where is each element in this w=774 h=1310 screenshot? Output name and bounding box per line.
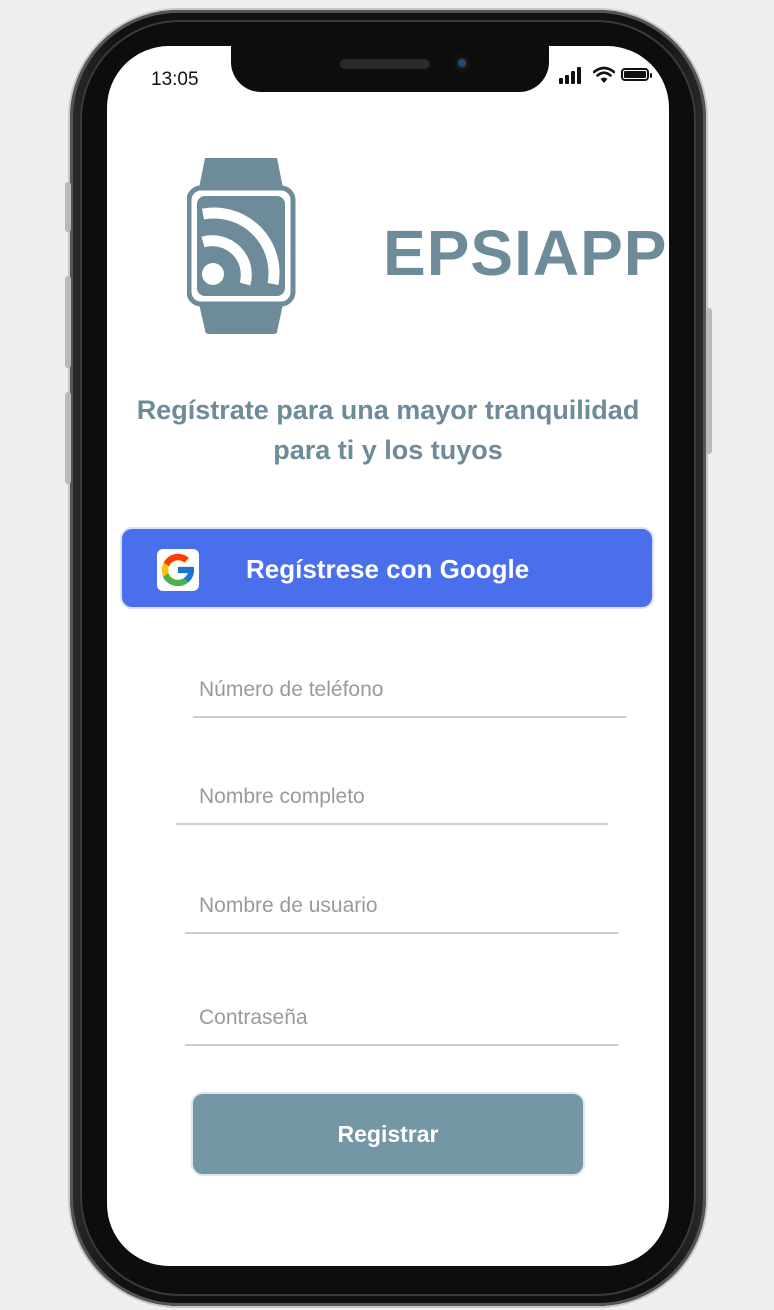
cellular-signal-icon xyxy=(559,66,585,84)
status-icons xyxy=(559,66,652,86)
google-signup-label: Regístrese con Google xyxy=(246,554,530,584)
notch xyxy=(231,46,549,92)
headline-line-2: para ti y los tuyos xyxy=(273,435,503,465)
phone-input[interactable] xyxy=(193,664,627,716)
app-screen: 13:05 EPSIAPP Regístrate para una mayor … xyxy=(107,46,669,1266)
google-icon xyxy=(157,549,199,591)
epsiapp-logo: EPSIAPP xyxy=(187,158,666,334)
power-button xyxy=(706,308,712,454)
phone-field xyxy=(193,664,627,718)
volume-up-button xyxy=(65,276,71,368)
username-input[interactable] xyxy=(185,880,619,932)
silent-switch xyxy=(65,182,71,232)
brand-name: EPSIAPP xyxy=(383,217,668,289)
earpiece-speaker xyxy=(340,59,430,69)
wifi-icon xyxy=(593,66,615,83)
battery-icon xyxy=(621,68,652,81)
volume-down-button xyxy=(65,392,71,484)
username-field xyxy=(185,880,619,934)
status-time: 13:05 xyxy=(151,69,199,90)
smartwatch-rss-icon xyxy=(187,158,296,334)
google-signup-button[interactable]: Regístrese con Google xyxy=(120,527,654,609)
password-field xyxy=(185,992,619,1046)
password-input[interactable] xyxy=(185,992,619,1044)
front-camera xyxy=(453,54,471,72)
register-button[interactable]: Registrar xyxy=(191,1092,585,1176)
fullname-field xyxy=(176,771,608,825)
fullname-input[interactable] xyxy=(176,771,608,823)
headline-line-1: Regístrate para una mayor tranquilidad xyxy=(136,395,640,425)
